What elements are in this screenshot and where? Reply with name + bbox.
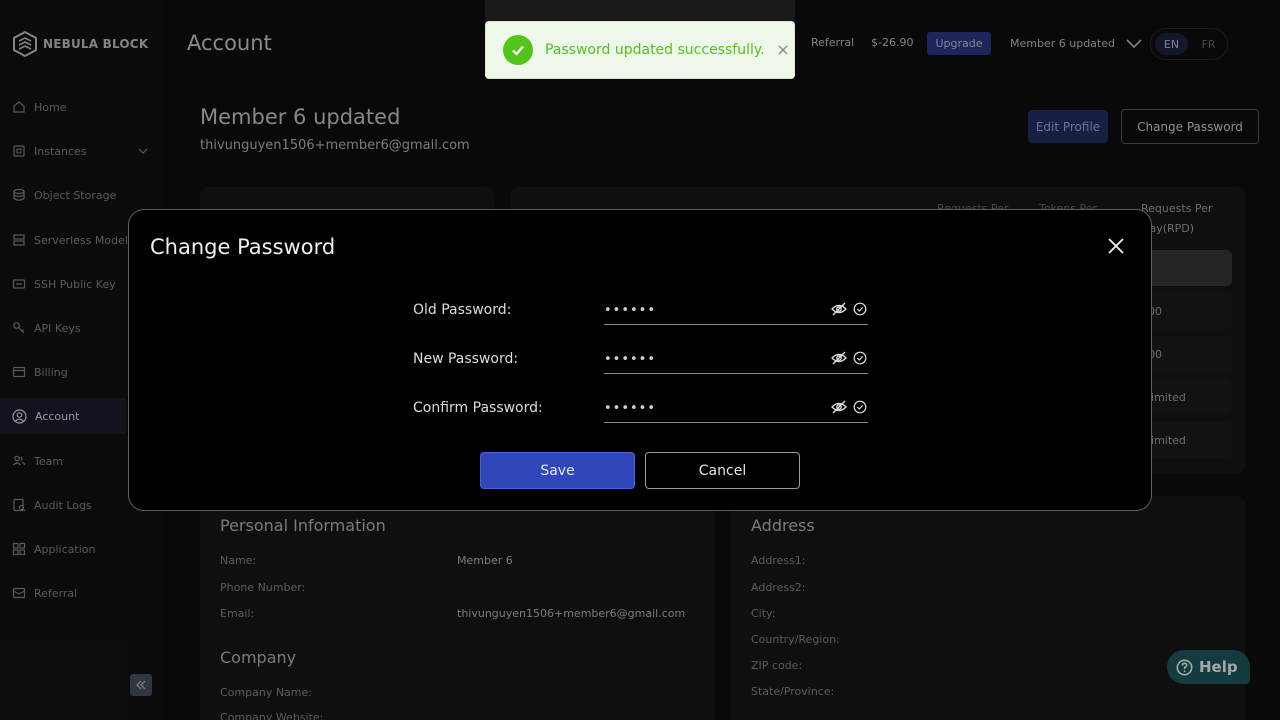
old-password-field	[604, 297, 868, 325]
close-icon[interactable]	[1106, 236, 1126, 256]
confirm-password-field	[604, 395, 868, 423]
new-password-input[interactable]	[604, 348, 819, 370]
check-circle-icon	[853, 400, 867, 414]
toast-message: Password updated successfully.	[545, 42, 765, 58]
check-circle-icon	[503, 35, 533, 65]
new-password-label: New Password:	[413, 351, 519, 367]
old-password-input[interactable]	[604, 299, 819, 321]
check-circle-icon	[853, 351, 867, 365]
confirm-password-input[interactable]	[604, 397, 819, 419]
confirm-password-label: Confirm Password:	[413, 400, 543, 416]
check-circle-icon	[853, 302, 867, 316]
modal-title: Change Password	[150, 235, 336, 259]
eye-off-icon[interactable]	[831, 302, 847, 316]
change-password-modal: Change Password Old Password: New Passwo…	[128, 209, 1152, 511]
toast-backdrop	[485, 0, 795, 22]
eye-off-icon[interactable]	[831, 351, 847, 365]
success-toast: Password updated successfully.	[485, 21, 795, 79]
app-root: NEBULA BLOCK Home Instances Object Stora…	[0, 0, 1280, 720]
new-password-field	[604, 346, 868, 374]
eye-off-icon[interactable]	[831, 400, 847, 414]
save-button[interactable]: Save	[480, 452, 635, 489]
cancel-button[interactable]: Cancel	[645, 452, 800, 489]
old-password-label: Old Password:	[413, 302, 512, 318]
close-icon[interactable]	[776, 43, 790, 57]
